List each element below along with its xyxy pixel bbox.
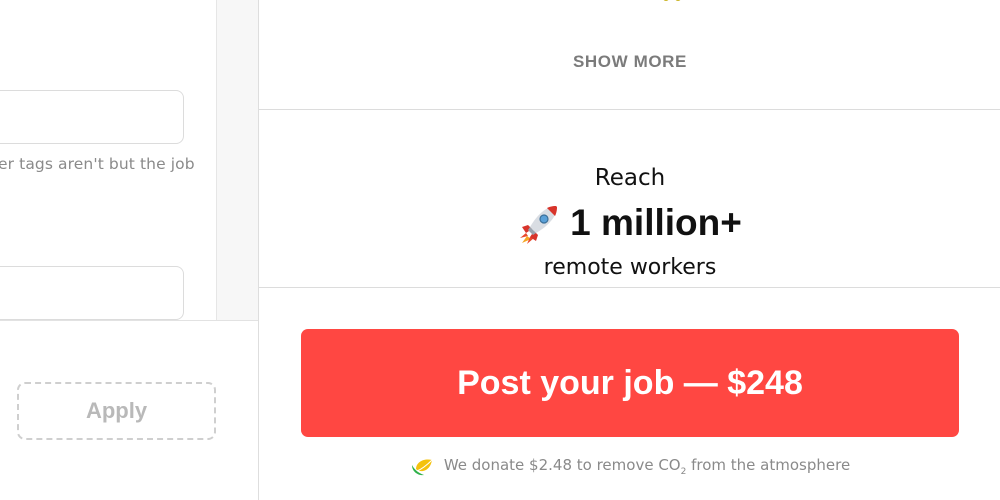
- cropped-emoji-glyph: [663, 0, 669, 1]
- form-scrollbar[interactable]: [216, 0, 258, 320]
- job-form-panel: er tags aren't but the job: [0, 0, 216, 320]
- reach-headline: 1 million+: [570, 202, 742, 243]
- show-more-button[interactable]: SHOW MORE: [259, 52, 1000, 72]
- post-job-button[interactable]: Post your job — $248: [301, 329, 959, 437]
- form-text-input[interactable]: [0, 266, 184, 320]
- divider: [259, 109, 1000, 110]
- reach-suffix: remote workers: [543, 255, 717, 280]
- donation-text: We donate $2.48 to remove CO2 from the a…: [443, 456, 851, 477]
- tags-input[interactable]: [0, 90, 184, 144]
- reach-headline-row: 1 million+: [259, 200, 1000, 246]
- preview-column: SHOW MORE Reach 1 million+ remote worker…: [258, 0, 1000, 500]
- divider: [259, 287, 1000, 288]
- co2-donation-note: We donate $2.48 to remove CO2 from the a…: [259, 456, 1000, 477]
- leaf-icon: [410, 457, 434, 477]
- reach-prefix: Reach: [594, 165, 666, 191]
- cropped-emoji-glyph: [675, 0, 681, 1]
- form-footer: Apply: [0, 320, 258, 500]
- tags-hint-text: er tags aren't but the job: [0, 155, 195, 173]
- apply-button[interactable]: Apply: [17, 382, 216, 440]
- reach-banner: Reach 1 million+ remote workers: [259, 160, 1000, 286]
- rocket-icon: [518, 201, 562, 245]
- post-job-page: er tags aren't but the job Apply SHOW MO…: [0, 0, 1000, 500]
